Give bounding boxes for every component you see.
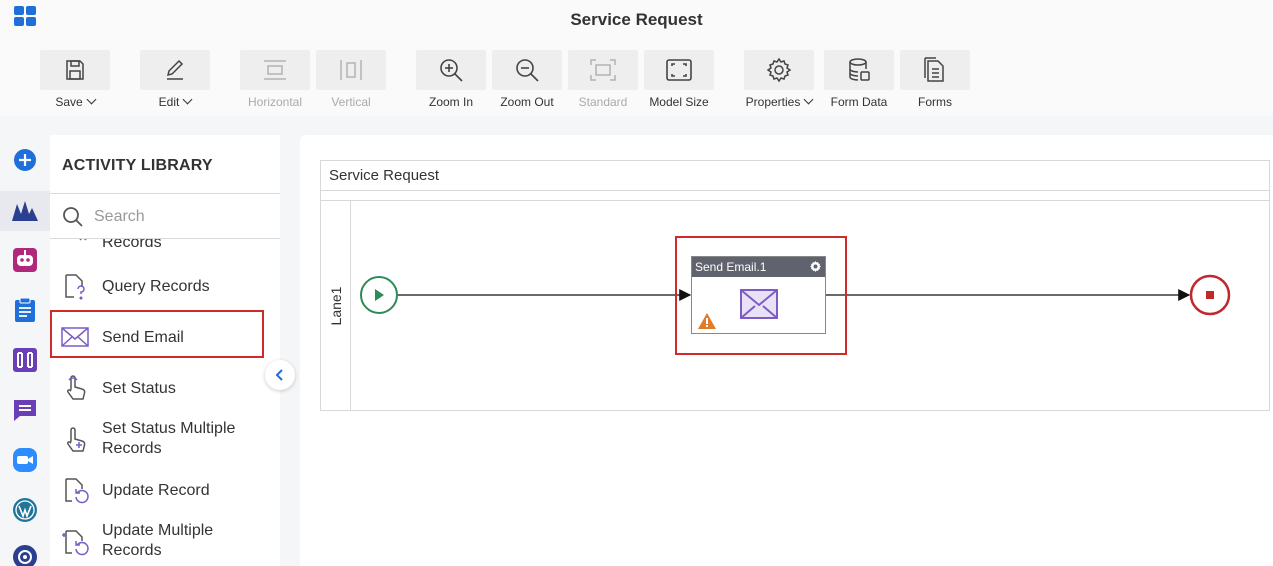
search-icon <box>63 207 83 227</box>
task-highlight <box>675 236 847 355</box>
start-event[interactable] <box>360 276 398 314</box>
library-search <box>50 194 280 239</box>
flow-layer <box>360 274 1231 316</box>
search-input[interactable] <box>94 206 264 228</box>
end-event[interactable] <box>1189 274 1231 316</box>
